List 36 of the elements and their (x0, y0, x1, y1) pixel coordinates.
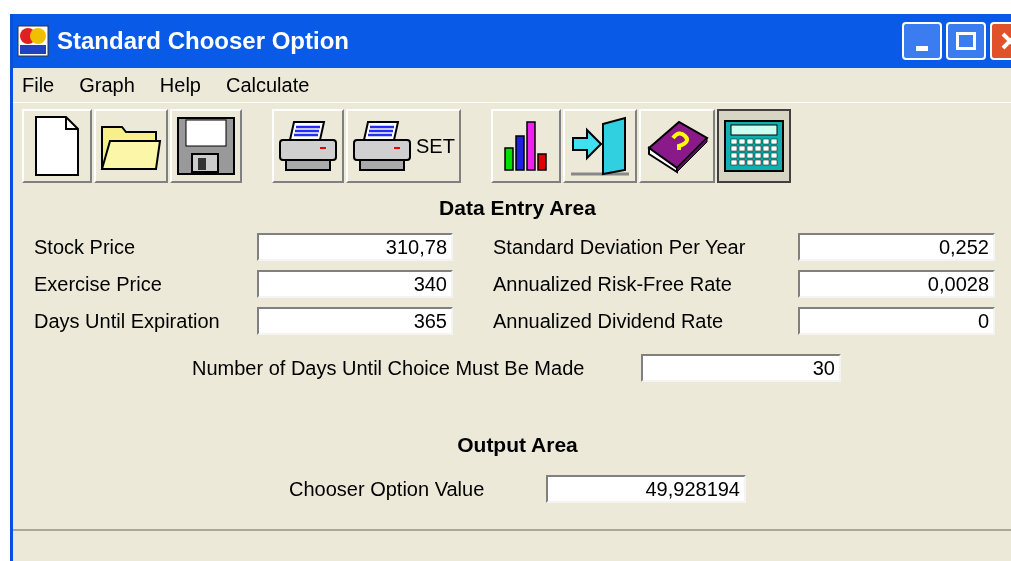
toolbar-button[interactable] (716, 108, 791, 183)
bar-chart-icon (502, 119, 549, 172)
input-field[interactable]: 310,78 (257, 232, 453, 261)
minimize-button[interactable] (902, 22, 942, 60)
printer-icon (352, 119, 412, 172)
input-field[interactable]: 0,0028 (798, 269, 995, 298)
app-icon (17, 25, 49, 57)
input-field[interactable]: 30 (641, 353, 841, 382)
input-field[interactable]: 0 (798, 306, 995, 335)
printer-icon (278, 119, 338, 172)
field-label: Annualized Risk-Free Rate (493, 271, 733, 297)
input-field[interactable]: 49,928194 (546, 475, 746, 503)
section-title: Output Area (456, 431, 579, 458)
menu-item[interactable]: Help (159, 70, 201, 100)
field-label: Annualized Dividend Rate (493, 308, 725, 334)
maximize-icon (956, 32, 976, 50)
input-field[interactable]: 340 (257, 269, 453, 298)
input-field[interactable]: 0,252 (798, 232, 995, 261)
toolbar-button[interactable]: SET (346, 108, 461, 183)
field-label: Standard Deviation Per Year (493, 234, 747, 260)
field-label: Days Until Expiration (34, 308, 221, 334)
window-title: Standard Chooser Option (57, 26, 350, 56)
menu-item[interactable]: Calculate (225, 70, 310, 100)
input-field[interactable]: 365 (257, 306, 453, 335)
section-title: Data Entry Area (438, 195, 597, 221)
field-label: Exercise Price (34, 271, 163, 297)
calculator-icon (722, 118, 785, 173)
door-exit-icon (568, 115, 631, 176)
blank-page-icon (34, 114, 80, 177)
field-label: Stock Price (34, 234, 137, 260)
minimize-icon (916, 46, 928, 51)
field-label: Number of Days Until Choice Must Be Made (192, 355, 586, 381)
menu-item[interactable]: Graph (79, 70, 135, 100)
field-label: Chooser Option Value (289, 477, 486, 502)
menu-item[interactable]: File (22, 70, 55, 100)
maximize-button[interactable] (946, 22, 986, 60)
